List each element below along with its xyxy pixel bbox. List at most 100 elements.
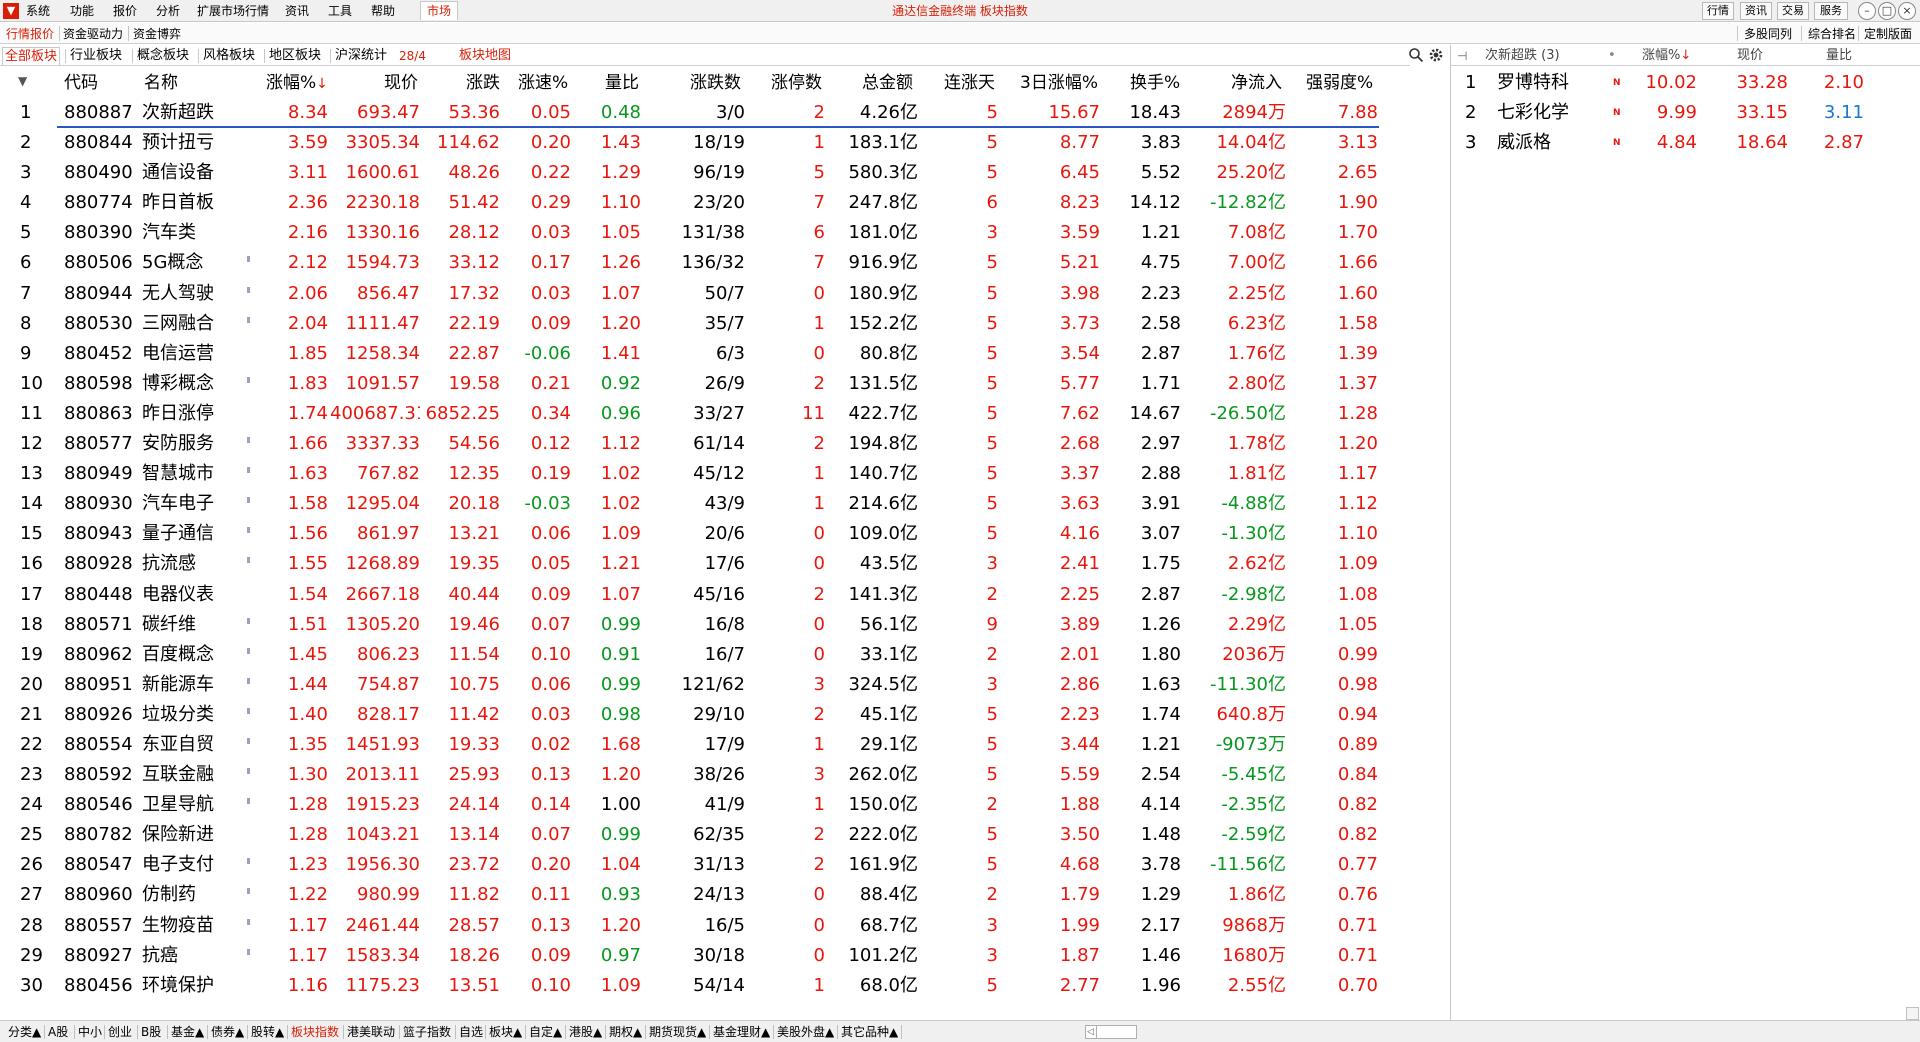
table-row[interactable]: 14 880930 汽车电子 1.58 1295.04 20.18 -0.03 1.02 43/… [0,489,1450,519]
table-row[interactable]: 3 880490 通信设备 3.11 1600.61 48.26 0.22 1.29 96/19… [0,158,1450,188]
tab-multi-stock[interactable]: 多股同列 [1742,25,1794,43]
bottom-tab[interactable]: 自定▲ [529,1024,562,1041]
table-row[interactable]: 8 880530 三网融合 2.04 1111.47 22.19 0.09 1.20 35/7 1… [0,309,1450,339]
table-row[interactable]: 24 880546 卫星导航 1.28 1915.23 24.14 0.14 1.00 41/9… [0,790,1450,820]
constituent-row[interactable]: 3 威派格 4.84 18.64 2.87 N [1451,128,1920,158]
bottom-tab[interactable]: 美股外盘▲ [777,1024,834,1041]
column-header-price[interactable]: 现价 [384,72,418,94]
table-row[interactable]: 30 880456 环境保护 1.16 1175.23 13.51 0.10 1.09 54/1… [0,971,1450,1001]
top-button-trade[interactable]: 交易 [1777,2,1809,20]
tab-region-sectors[interactable]: 地区板块 [267,47,323,65]
table-row[interactable]: 18 880571 碳纤维 1.51 1305.20 19.46 0.07 0.99 16/8 0… [0,610,1450,640]
column-header-turnover[interactable]: 换手% [1130,72,1180,94]
table-row[interactable]: 29 880927 抗癌 1.17 1583.34 18.26 0.09 0.97 30/18 0… [0,941,1450,971]
bottom-tab[interactable]: 板块▲ [489,1024,522,1041]
constituent-row[interactable]: 1 罗博特科 10.02 33.28 2.10 N [1451,68,1920,98]
table-row[interactable]: 2 880844 预计扭亏 3.59 3305.34 114.62 0.20 1.43 18/1… [0,128,1450,158]
column-header-volume-ratio[interactable]: 量比 [605,72,639,94]
tab-capital-drive[interactable]: 资金驱动力 [61,25,125,43]
menu-quote[interactable]: 报价 [113,3,137,19]
table-row[interactable]: 25 880782 保险新进 1.28 1043.21 13.14 0.07 0.99 62/3… [0,820,1450,850]
bottom-tab[interactable]: A股 [48,1024,68,1041]
constituents-col-pct[interactable]: 涨幅%↓ [1642,47,1691,65]
bottom-tab[interactable]: 中小 [78,1024,102,1041]
table-row[interactable]: 1 880887 次新超跌 8.34 693.47 53.36 0.05 0.48 3/0 2 4.… [20,98,1379,129]
top-button-service[interactable]: 服务 [1814,2,1848,20]
maximize-icon[interactable]: □ [1878,2,1896,20]
constituents-col-volume-ratio[interactable]: 量比 [1826,47,1852,65]
column-header-up-down[interactable]: 涨跌数 [690,72,741,94]
table-row[interactable]: 7 880944 无人驾驶 2.06 856.47 17.32 0.03 1.07 50/7 0 1… [0,279,1450,309]
tab-all-sectors[interactable]: 全部板块 [2,47,61,65]
column-header-speed[interactable]: 涨速% [518,72,568,94]
bottom-tab[interactable]: 期货现货▲ [649,1024,706,1041]
bottom-tab[interactable]: 篮子指数 [403,1024,451,1041]
table-row[interactable]: 22 880554 东亚自贸 1.35 1451.93 19.33 0.02 1.68 17/9… [0,730,1450,760]
column-header-3day-pct[interactable]: 3日涨幅% [1020,72,1098,94]
menu-help[interactable]: 帮助 [371,3,395,19]
table-row[interactable]: 28 880557 生物疫苗 1.17 2461.44 28.57 0.13 1.20 16/5… [0,911,1450,941]
bottom-tab[interactable]: 港美联动 [347,1024,395,1041]
column-header-net-inflow[interactable]: 净流入 [1231,72,1282,94]
column-header-strength[interactable]: 强弱度% [1306,72,1373,94]
bottom-tab[interactable]: 其它品种▲ [841,1024,898,1041]
table-row[interactable]: 9 880452 电信运营 1.85 1258.34 22.87 -0.06 1.41 6/3 0… [0,339,1450,369]
table-row[interactable]: 21 880926 垃圾分类 1.40 828.17 11.42 0.03 0.98 29/10… [0,700,1450,730]
menu-system[interactable]: 系统 [26,3,50,19]
constituent-row[interactable]: 2 七彩化学 9.99 33.15 3.11 N [1451,98,1920,128]
pin-icon[interactable]: ⊣ [1457,47,1467,65]
bottom-tab[interactable]: 创业 [108,1024,132,1041]
table-row[interactable]: 6 880506 5G概念 2.12 1594.73 33.12 0.17 1.26 136/3… [0,248,1450,278]
menu-extended-market[interactable]: 扩展市场行情 [197,3,269,19]
tab-ranking[interactable]: 综合排名 [1806,25,1858,43]
search-icon[interactable] [1408,47,1424,63]
table-row[interactable]: 27 880960 仿制药 1.22 980.99 11.82 0.11 0.93 24/13 0… [0,880,1450,910]
top-button-quote[interactable]: 行情 [1702,2,1734,20]
bottom-tab[interactable]: 自选 [459,1024,483,1041]
bottom-tab[interactable]: 板块指数 [291,1024,339,1041]
tab-style-sectors[interactable]: 风格板块 [201,47,257,65]
constituents-col-price[interactable]: 现价 [1737,47,1763,65]
table-row[interactable]: 13 880949 智慧城市 1.63 767.82 12.35 0.19 1.02 45/12… [0,459,1450,489]
scroll-corner-button[interactable] [1906,1007,1919,1020]
table-row[interactable]: 15 880943 量子通信 1.56 861.97 13.21 0.06 1.09 20/6 0… [0,519,1450,549]
tab-quote-list[interactable]: 行情报价 [4,25,56,43]
tab-sh-sz-stats[interactable]: 沪深统计 [333,47,389,65]
top-button-news[interactable]: 资讯 [1740,2,1772,20]
table-row[interactable]: 4 880774 昨日首板 2.36 2230.18 51.42 0.29 1.10 23/20… [0,188,1450,218]
minimize-icon[interactable]: – [1858,2,1876,20]
table-row[interactable]: 11 880863 昨日涨停 1.74 400687.31 6852.25 0.34 0.96… [0,399,1450,429]
tab-industry-sectors[interactable]: 行业板块 [68,47,124,65]
table-row[interactable]: 5 880390 汽车类 2.16 1330.16 28.12 0.03 1.05 131/38… [0,218,1450,248]
gear-icon[interactable] [1428,47,1444,63]
bottom-tab[interactable]: 债券▲ [211,1024,244,1041]
bottom-tab[interactable]: 分类▲ [8,1024,41,1041]
column-header-amount[interactable]: 总金额 [862,72,913,94]
menu-analysis[interactable]: 分析 [156,3,180,19]
tab-capital-game[interactable]: 资金博弈 [131,25,183,43]
menu-function[interactable]: 功能 [70,3,94,19]
table-row[interactable]: 20 880951 新能源车 1.44 754.87 10.75 0.06 0.99 121/6… [0,670,1450,700]
menu-market-tab[interactable]: 市场 [420,1,458,20]
bottom-tab[interactable]: 期权▲ [609,1024,642,1041]
bottom-tab[interactable]: 基金理财▲ [713,1024,770,1041]
tab-concept-sectors[interactable]: 概念板块 [135,47,191,65]
menu-tools[interactable]: 工具 [328,3,352,19]
column-header-code[interactable]: 代码 [64,72,98,94]
sector-map-link[interactable]: 板块地图 [459,47,511,65]
bottom-tab[interactable]: 港股▲ [569,1024,602,1041]
scroll-left-icon[interactable]: ◁ [1085,1025,1097,1039]
column-header-up-days[interactable]: 连涨天 [944,72,995,94]
column-header-change[interactable]: 涨跌 [466,72,500,94]
close-icon[interactable]: × [1898,2,1916,20]
column-header-limit-up[interactable]: 涨停数 [771,72,822,94]
table-row[interactable]: 12 880577 安防服务 1.66 3337.33 54.56 0.12 1.12 61/1… [0,429,1450,459]
column-header-name[interactable]: 名称 [144,72,178,94]
table-row[interactable]: 19 880962 百度概念 1.45 806.23 11.54 0.10 0.91 16/7 0… [0,640,1450,670]
menu-news[interactable]: 资讯 [285,3,309,19]
bottom-tab[interactable]: B股 [141,1024,161,1041]
table-row[interactable]: 26 880547 电子支付 1.23 1956.30 23.72 0.20 1.04 31/1… [0,850,1450,880]
bottom-tab[interactable]: 股转▲ [251,1024,284,1041]
table-row[interactable]: 17 880448 电器仪表 1.54 2667.18 40.44 0.09 1.07 45/1… [0,580,1450,610]
table-row[interactable]: 23 880592 互联金融 1.30 2013.11 25.93 0.13 1.20 38/2… [0,760,1450,790]
